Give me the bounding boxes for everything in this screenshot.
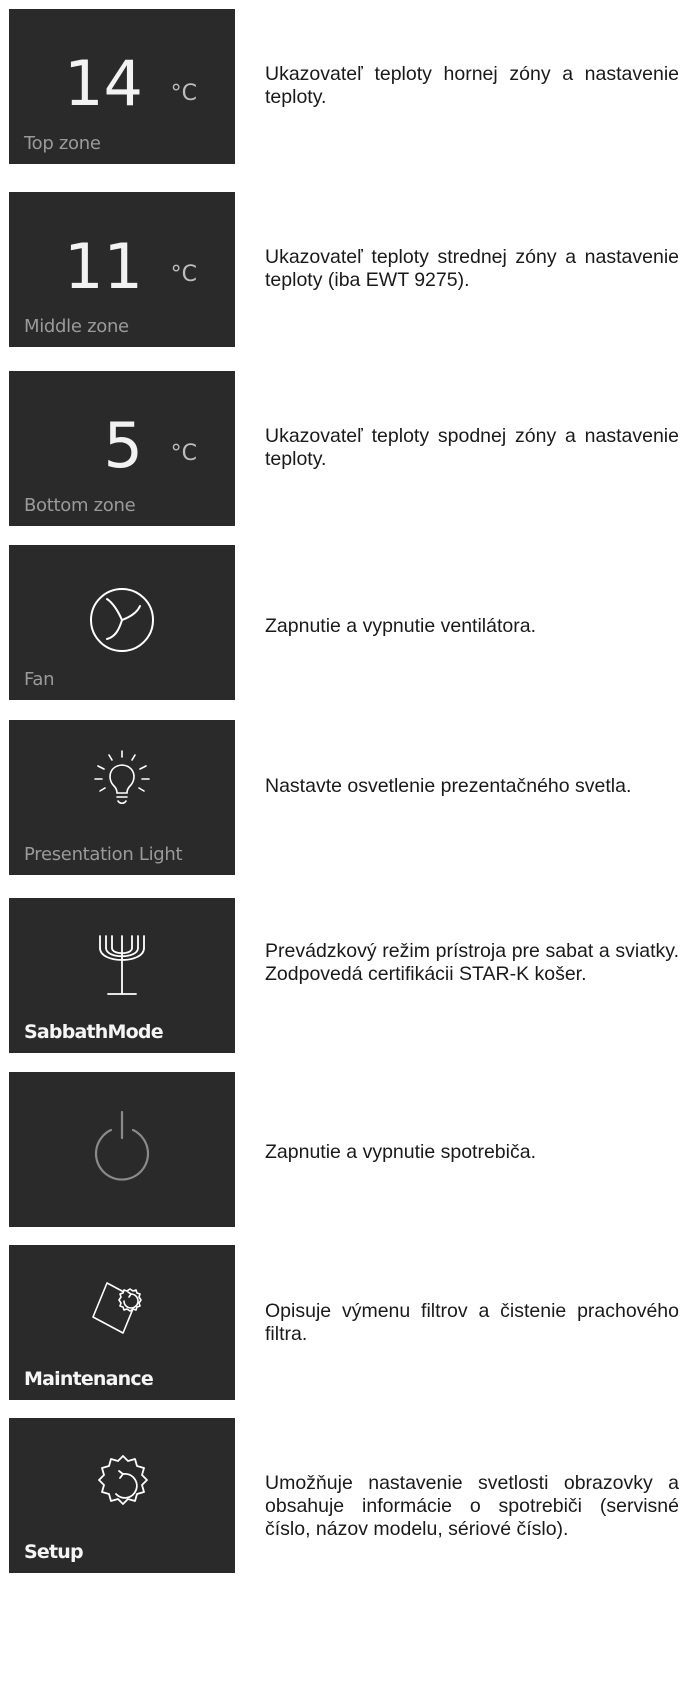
- power-icon: [94, 1110, 150, 1181]
- menorah-icon: [99, 935, 145, 995]
- maintenance-label: Maintenance: [24, 1368, 154, 1390]
- top-zone-tile[interactable]: 14 °C Top zone: [9, 9, 235, 164]
- fan-label: Fan: [24, 669, 55, 690]
- middle-zone-temperature: 11: [64, 230, 143, 303]
- setup-label: Setup: [24, 1541, 84, 1563]
- middle-zone-tile[interactable]: 11 °C Middle zone: [9, 192, 235, 347]
- light-bulb-icon: [94, 750, 150, 805]
- sabbath-mode-label: SabbathMode: [24, 1021, 164, 1043]
- presentation-light-description: Nastavte osvetlenie prezentačného svetla…: [265, 775, 632, 797]
- top-zone-temperature: 14: [64, 47, 143, 120]
- bottom-zone-unit: °C: [170, 441, 197, 466]
- maintenance-icon: [92, 1282, 142, 1334]
- top-zone-description: Ukazovateľ teploty hornej zóny a nastave…: [265, 63, 679, 108]
- fan-tile[interactable]: Fan: [9, 545, 235, 700]
- middle-zone-description: Ukazovateľ teploty strednej zóny a nasta…: [265, 246, 679, 291]
- setup-description: Umožňuje nastavenie svetlosti obrazovky …: [265, 1472, 679, 1540]
- middle-zone-label: Middle zone: [24, 316, 129, 337]
- power-description: Zapnutie a vypnutie spotrebiča.: [265, 1141, 537, 1163]
- maintenance-tile[interactable]: Maintenance: [9, 1245, 235, 1400]
- top-zone-label: Top zone: [24, 133, 101, 154]
- bottom-zone-label: Bottom zone: [24, 495, 136, 516]
- middle-zone-unit: °C: [170, 262, 197, 287]
- maintenance-description: Opisuje výmenu filtrov a čistenie pracho…: [265, 1300, 679, 1345]
- settings-gear-icon: [98, 1455, 148, 1505]
- bottom-zone-temperature: 5: [103, 409, 143, 482]
- bottom-zone-description: Ukazovateľ teploty spodnej zóny a nastav…: [265, 425, 679, 470]
- top-zone-unit: °C: [170, 81, 197, 106]
- setup-tile[interactable]: Setup: [9, 1418, 235, 1573]
- sabbath-mode-tile[interactable]: SabbathMode: [9, 898, 235, 1053]
- presentation-light-label: Presentation Light: [24, 844, 183, 865]
- presentation-light-tile[interactable]: Presentation Light: [9, 720, 235, 875]
- fan-icon: [90, 588, 154, 652]
- sabbath-mode-description: Prevádzkový režim prístroja pre sabat a …: [265, 940, 679, 985]
- power-tile[interactable]: [9, 1072, 235, 1227]
- bottom-zone-tile[interactable]: 5 °C Bottom zone: [9, 371, 235, 526]
- fan-description: Zapnutie a vypnutie ventilátora.: [265, 615, 537, 637]
